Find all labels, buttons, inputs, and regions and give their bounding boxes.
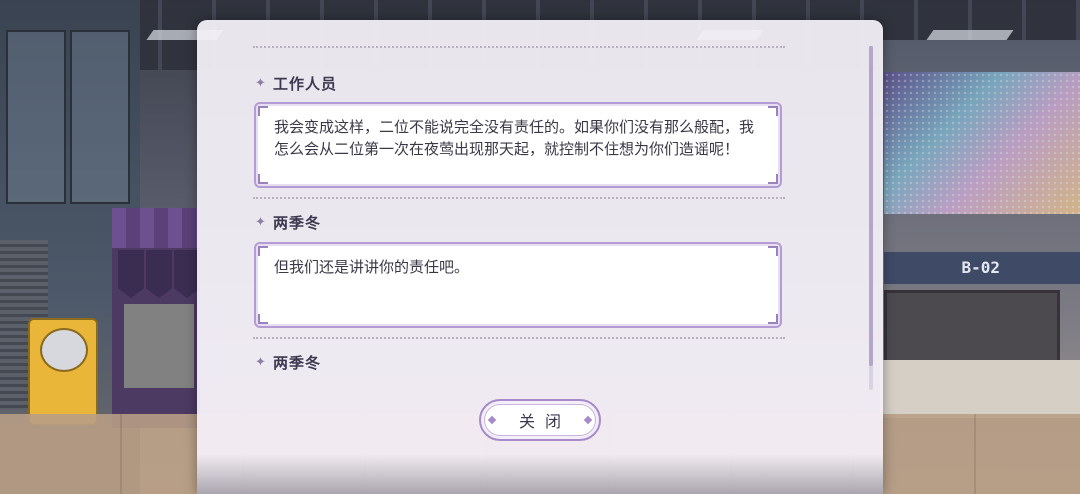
pennant [118, 250, 144, 298]
close-button[interactable]: 关闭 [479, 399, 601, 441]
divider [253, 197, 785, 199]
wall-poster [884, 72, 1080, 214]
counter [880, 360, 1080, 418]
box-corner [768, 106, 778, 116]
log-message-box: 我会变成这样，二位不能说完全没有责任的。如果你们没有那么般配，我怎么会从二位第一… [254, 102, 782, 188]
diamond-icon [487, 415, 497, 425]
log-entry-header: ✦ 两季冬 [255, 351, 321, 373]
speaker-name: 两季冬 [273, 353, 322, 372]
booth-sign-label: B-02 [961, 258, 1000, 277]
box-corner [768, 246, 778, 256]
ceiling-light [926, 30, 1014, 40]
log-scrollbar[interactable] [869, 46, 873, 390]
box-corner [768, 314, 778, 324]
log-entry-header: ✦ 两季冬 [255, 211, 321, 233]
dialog-log-scroll[interactable]: ✦ 工作人员 我会变成这样，二位不能说完全没有责任的。如果你们没有那么般配，我怎… [197, 20, 883, 390]
window-pane [6, 30, 66, 204]
gacha-machine [28, 318, 98, 426]
pennant [146, 250, 172, 298]
box-corner [258, 174, 268, 184]
diamond-icon [583, 415, 593, 425]
sparkle-icon: ✦ [255, 354, 266, 370]
window-pane [70, 30, 130, 204]
stall-awning [112, 208, 200, 248]
log-entry-header: ✦ 工作人员 [255, 72, 337, 94]
close-button-label: 关闭 [518, 412, 571, 431]
gacha-globe [40, 328, 88, 372]
box-corner [258, 246, 268, 256]
dialog-log-panel: ✦ 工作人员 我会变成这样，二位不能说完全没有责任的。如果你们没有那么般配，我怎… [197, 20, 883, 494]
message-text: 但我们还是讲讲你的责任吧。 [274, 258, 470, 276]
scrollbar-thumb[interactable] [869, 46, 873, 366]
sparkle-icon: ✦ [255, 214, 266, 230]
message-text: 我会变成这样，二位不能说完全没有责任的。如果你们没有那么般配，我怎么会从二位第一… [274, 118, 755, 158]
divider [253, 46, 785, 48]
box-corner [258, 106, 268, 116]
box-corner [768, 174, 778, 184]
divider [253, 337, 785, 339]
box-corner [258, 314, 268, 324]
notice-board [884, 290, 1060, 366]
speaker-name: 两季冬 [273, 213, 322, 232]
speaker-name: 工作人员 [273, 74, 338, 93]
log-message-box: 但我们还是讲讲你的责任吧。 [254, 242, 782, 328]
sparkle-icon: ✦ [255, 75, 266, 91]
stall-map [124, 304, 194, 388]
booth-stall [112, 208, 200, 428]
